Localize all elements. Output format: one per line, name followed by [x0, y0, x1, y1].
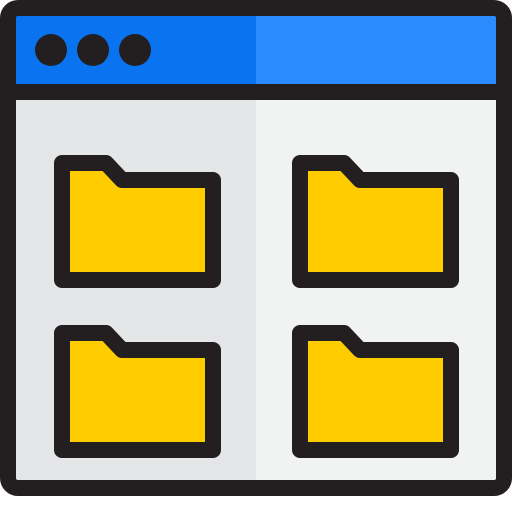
browser-window-svg [0, 0, 512, 496]
folder-icon[interactable] [54, 325, 221, 458]
folder-icon[interactable] [292, 155, 459, 288]
window-control-dot[interactable] [119, 34, 151, 66]
window-control-dot[interactable] [77, 34, 109, 66]
title-bar [35, 34, 151, 66]
title-bar-right [256, 8, 504, 92]
folder-icon[interactable] [54, 155, 221, 288]
browser-window-illustration [0, 0, 512, 512]
window-control-dot[interactable] [35, 34, 67, 66]
folder-icon[interactable] [292, 325, 459, 458]
